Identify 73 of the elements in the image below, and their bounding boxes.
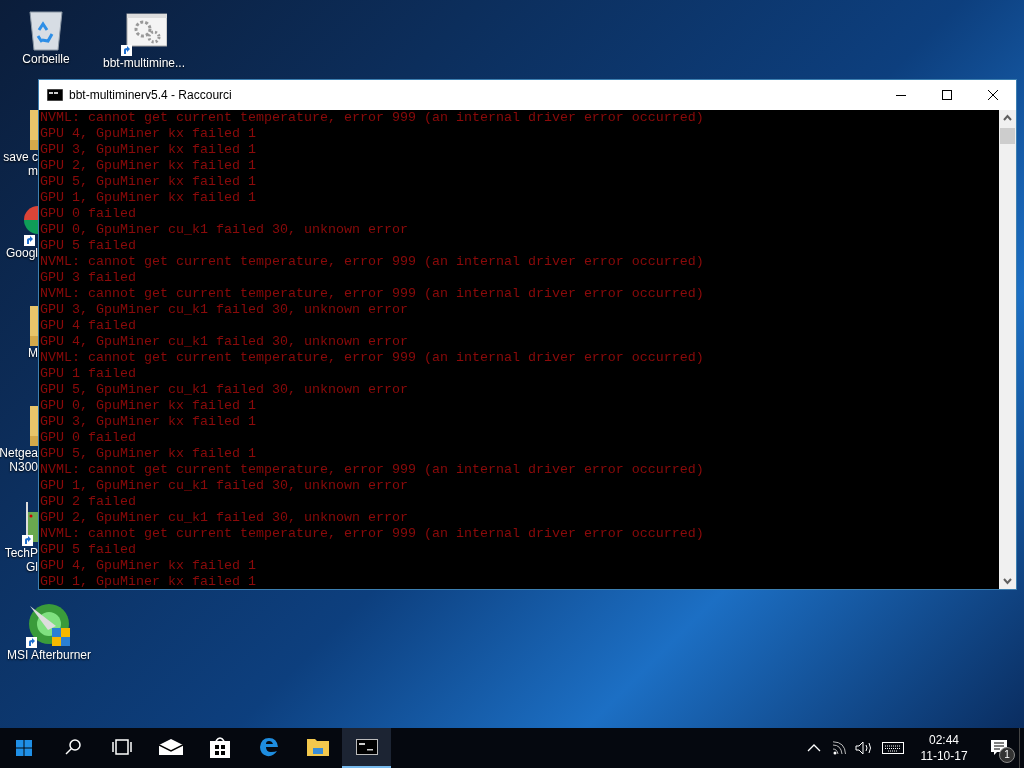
speaker-icon[interactable]	[855, 741, 873, 755]
console-line: NVML: cannot get current temperature, error 999 (an internal driver error occurred)	[40, 350, 705, 366]
shortcut-arrow-icon	[121, 45, 132, 56]
windows-logo-icon	[16, 740, 32, 756]
minimize-icon	[896, 94, 906, 96]
console-line: GPU 3, GpuMiner kx failed 1	[40, 414, 257, 430]
clock-time: 02:44	[929, 732, 959, 748]
shortcut-arrow-icon	[22, 535, 33, 546]
close-icon	[988, 90, 998, 100]
console-line: GPU 5 failed	[40, 238, 137, 254]
clock-date: 11-10-17	[920, 748, 968, 764]
console-line: GPU 3, GpuMiner cu_k1 failed 30, unknown error	[40, 302, 409, 318]
console-icon	[355, 739, 378, 755]
console-line: GPU 0, GpuMiner cu_k1 failed 30, unknown error	[40, 222, 409, 238]
console-line: GPU 1, GpuMiner kx failed 1	[40, 574, 257, 589]
console-line: GPU 1 failed	[40, 366, 137, 382]
console-line: GPU 4, GpuMiner cu_k1 failed 30, unknown error	[40, 334, 409, 350]
console-line: GPU 4 failed	[40, 318, 137, 334]
icon-label: N300	[9, 460, 38, 474]
maximize-icon	[942, 90, 952, 100]
notification-count: 1	[999, 747, 1015, 763]
icon-label: bbt-multimine...	[103, 56, 185, 70]
console-line: GPU 2, GpuMiner kx failed 1	[40, 158, 257, 174]
icon-label: TechP	[4, 546, 38, 560]
console-line: GPU 2 failed	[40, 494, 137, 510]
envelope-icon	[158, 739, 183, 755]
scroll-thumb[interactable]	[1000, 128, 1015, 144]
icon-label: Googl	[5, 246, 38, 260]
browser-e-icon	[258, 737, 279, 757]
console-line: GPU 4, GpuMiner kx failed 1	[40, 126, 257, 142]
afterburner-icon[interactable]	[26, 602, 72, 648]
round-app-icon[interactable]	[24, 206, 38, 234]
recycle-bin-icon[interactable]	[26, 8, 66, 52]
chevron-up-icon[interactable]	[807, 744, 821, 752]
console-line: GPU 5, GpuMiner cu_k1 failed 30, unknown error	[40, 382, 409, 398]
console-line: NVML: cannot get current temperature, error 999 (an internal driver error occurred)	[40, 110, 705, 126]
console-line: GPU 5 failed	[40, 542, 137, 558]
clock[interactable]: 02:44 11-10-17	[909, 732, 979, 764]
console-icon	[47, 89, 63, 101]
scrollbar[interactable]	[999, 110, 1016, 589]
console-line: GPU 3, GpuMiner kx failed 1	[40, 142, 257, 158]
console-line: GPU 5, GpuMiner kx failed 1	[40, 174, 257, 190]
wifi-icon[interactable]	[832, 741, 846, 755]
console-line: GPU 1, GpuMiner kx failed 1	[40, 190, 257, 206]
console-line: GPU 0 failed	[40, 206, 137, 222]
shortcut-arrow-icon	[24, 235, 35, 246]
task-view-icon	[110, 739, 133, 755]
window-title: bbt-multiminerv5.4 - Raccourci	[69, 87, 232, 104]
icon-label: m	[28, 164, 38, 178]
console-line: GPU 0, GpuMiner kx failed 1	[40, 398, 257, 414]
notification-button[interactable]: 1	[979, 728, 1019, 768]
console-line: GPU 5, GpuMiner kx failed 1	[40, 446, 257, 462]
console-line: NVML: cannot get current temperature, error 999 (an internal driver error occurred)	[40, 526, 705, 542]
icon-label: save c	[3, 150, 38, 164]
keyboard-icon[interactable]	[882, 742, 904, 754]
icon-label: Netgea	[0, 446, 38, 460]
console-line: NVML: cannot get current temperature, error 999 (an internal driver error occurred)	[40, 286, 705, 302]
console-line: GPU 1, GpuMiner cu_k1 failed 30, unknown error	[40, 478, 409, 494]
console-line: GPU 3 failed	[40, 270, 137, 286]
icon-label: MSI Afterburner	[6, 648, 91, 662]
icon-label: Gl	[26, 560, 38, 574]
icon-label: Corbeille	[22, 52, 70, 66]
console-line: GPU 0 failed	[40, 430, 137, 446]
icon-label: M	[28, 346, 38, 360]
shortcut-arrow-icon	[26, 637, 37, 648]
search-icon	[63, 738, 82, 756]
console-line: GPU 2, GpuMiner cu_k1 failed 30, unknown error	[40, 510, 409, 526]
console-line: NVML: cannot get current temperature, error 999 (an internal driver error occurred)	[40, 462, 705, 478]
folder-icon	[306, 738, 329, 756]
console-line: NVML: cannot get current temperature, error 999 (an internal driver error occurred)	[40, 254, 705, 270]
console-line: GPU 4, GpuMiner kx failed 1	[40, 558, 257, 574]
shopping-bag-icon	[209, 736, 230, 758]
taskbar-button[interactable]	[342, 728, 391, 768]
